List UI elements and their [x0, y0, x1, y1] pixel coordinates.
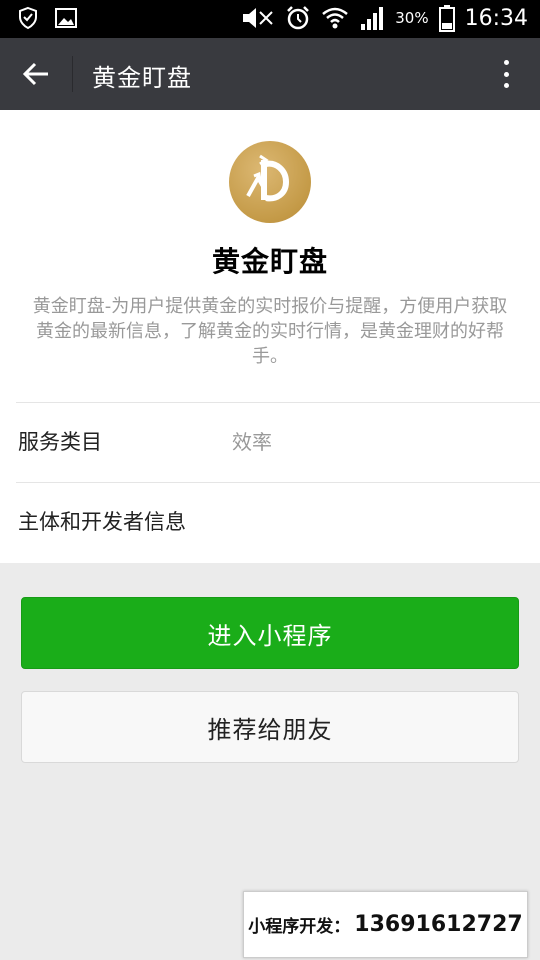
- battery-percent: 30%: [395, 9, 429, 27]
- page-title: 黄金盯盘: [92, 64, 192, 92]
- app-profile-panel: 黄金盯盘 黄金盯盘-为用户提供黄金的实时报价与提醒，方便用户获取黄金的最新信息，…: [0, 110, 540, 563]
- status-bar: 30% 16:34: [0, 0, 540, 38]
- nav-header: 黄金盯盘: [0, 38, 540, 110]
- divider: [16, 402, 540, 403]
- info-row-label: 服务类目: [18, 430, 102, 454]
- promo-label: 小程序开发：: [248, 917, 351, 937]
- wifi-icon: [322, 7, 349, 29]
- divider: [16, 482, 540, 483]
- arrow-left-icon: [22, 62, 48, 86]
- app-logo: [229, 141, 311, 223]
- mute-icon: [243, 8, 273, 28]
- app-description: 黄金盯盘-为用户提供黄金的实时报价与提醒，方便用户获取黄金的最新信息，了解黄金的…: [32, 296, 508, 367]
- promo-phone: 13691612727: [354, 912, 523, 937]
- promo-banner: 小程序开发： 13691612727: [243, 891, 528, 958]
- alarm-icon: [287, 6, 310, 30]
- enter-mini-program-button[interactable]: 进入小程序: [21, 597, 519, 669]
- status-left-icons: [16, 6, 78, 30]
- more-button[interactable]: [492, 56, 520, 92]
- logo-mark-icon: [246, 154, 290, 202]
- back-button[interactable]: [16, 56, 56, 92]
- battery-icon: [438, 5, 455, 32]
- info-row-value: 效率: [232, 430, 272, 454]
- image-icon: [55, 8, 77, 28]
- app-name: 黄金盯盘: [211, 245, 328, 278]
- signal-icon: [361, 7, 384, 30]
- status-right-icons: 30% 16:34: [239, 4, 528, 32]
- info-row-developer[interactable]: 主体和开发者信息: [0, 484, 540, 562]
- clock: 16:34: [464, 5, 528, 31]
- info-row-label: 主体和开发者信息: [18, 510, 186, 534]
- more-vertical-icon: [503, 60, 509, 65]
- recommend-to-friend-button[interactable]: 推荐给朋友: [21, 691, 519, 763]
- info-row-category: 服务类目 效率: [0, 404, 540, 482]
- header-divider: [72, 56, 73, 92]
- shield-icon: [19, 6, 37, 30]
